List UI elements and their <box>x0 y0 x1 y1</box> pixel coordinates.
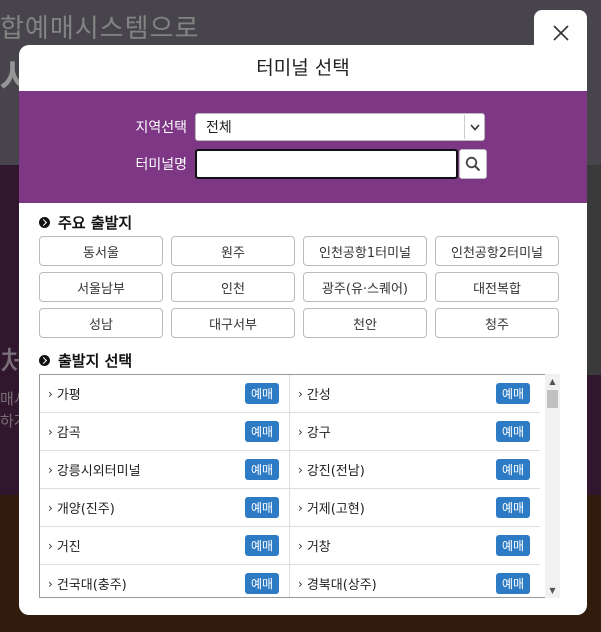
chevron-right-icon: › <box>298 462 303 477</box>
chevron-right-icon: › <box>298 538 303 553</box>
chevron-right-icon: › <box>298 424 303 439</box>
reserve-button[interactable]: 예매 <box>496 383 530 404</box>
reserve-button[interactable]: 예매 <box>245 421 279 442</box>
chevron-right-icon: › <box>298 500 303 515</box>
major-terminal-button[interactable]: 대전복합 <box>435 272 559 302</box>
list-item[interactable]: › 강구 예매 <box>290 413 540 451</box>
major-terminal-button[interactable]: 청주 <box>435 308 559 338</box>
reserve-button[interactable]: 예매 <box>245 573 279 594</box>
scroll-down-arrow-icon[interactable]: ▼ <box>545 583 560 598</box>
list-item[interactable]: › 감곡 예매 <box>40 413 290 451</box>
list-item[interactable]: › 간성 예매 <box>290 375 540 413</box>
list-item[interactable]: › 강진(전남) 예매 <box>290 451 540 489</box>
chevron-right-icon: › <box>48 538 53 553</box>
search-icon <box>465 156 481 172</box>
search-panel: 지역선택 전체 터미널명 <box>19 91 587 203</box>
list-item[interactable]: › 거진 예매 <box>40 527 290 565</box>
major-terminal-button[interactable]: 동서울 <box>39 236 163 266</box>
chevron-right-icon: › <box>48 576 53 591</box>
chevron-right-icon: › <box>48 424 53 439</box>
region-label: 지역선택 <box>135 120 187 136</box>
major-terminal-button[interactable]: 천안 <box>303 308 427 338</box>
chevron-right-icon: › <box>48 386 53 401</box>
major-terminal-button[interactable]: 서울남부 <box>39 272 163 302</box>
major-terminal-button[interactable]: 성남 <box>39 308 163 338</box>
departure-select-heading: 출발지 선택 <box>39 350 132 371</box>
dialog-title: 터미널 선택 <box>256 57 350 79</box>
chevron-down-icon <box>464 115 484 139</box>
chevron-right-icon: › <box>298 386 303 401</box>
list-item[interactable]: › 강릉시외터미널 예매 <box>40 451 290 489</box>
list-item[interactable]: › 개양(진주) 예매 <box>40 489 290 527</box>
reserve-button[interactable]: 예매 <box>496 497 530 518</box>
close-icon <box>552 24 569 41</box>
reserve-button[interactable]: 예매 <box>496 573 530 594</box>
terminal-label: 터미널명 <box>135 157 187 173</box>
terminal-name-input[interactable] <box>195 149 458 179</box>
terminal-select-dialog: 터미널 선택 지역선택 전체 터미널명 주요 출발지 동서울 원주 인천공항1터… <box>19 45 587 615</box>
reserve-button[interactable]: 예매 <box>496 421 530 442</box>
terminal-row: 터미널명 <box>127 149 487 179</box>
major-departures-heading: 주요 출발지 <box>39 212 132 233</box>
chevron-circle-icon <box>39 355 50 366</box>
chevron-right-icon: › <box>298 576 303 591</box>
major-departures-grid: 동서울 원주 인천공항1터미널 인천공항2터미널 서울남부 인천 광주(유·스퀘… <box>39 236 567 338</box>
scroll-thumb[interactable] <box>547 390 558 408</box>
list-item[interactable]: › 건국대(충주) 예매 <box>40 565 290 597</box>
region-row: 지역선택 전체 <box>127 113 485 141</box>
close-button[interactable] <box>534 10 587 55</box>
major-terminal-button[interactable]: 대구서부 <box>171 308 295 338</box>
major-terminal-button[interactable]: 광주(유·스퀘어) <box>303 272 427 302</box>
list-item[interactable]: › 가평 예매 <box>40 375 290 413</box>
departure-list[interactable]: › 가평 예매 › 간성 예매 › 감곡 예매 › 강구 예매 › 강릉시외터미 <box>39 374 560 598</box>
region-select-value: 전체 <box>206 120 232 136</box>
search-button[interactable] <box>459 149 487 179</box>
chevron-right-icon: › <box>48 462 53 477</box>
major-terminal-button[interactable]: 인천 <box>171 272 295 302</box>
region-select[interactable]: 전체 <box>195 113 485 141</box>
chevron-right-icon: › <box>48 500 53 515</box>
major-terminal-button[interactable]: 인천공항2터미널 <box>435 236 559 266</box>
major-terminal-button[interactable]: 인천공항1터미널 <box>303 236 427 266</box>
list-scrollbar[interactable]: ▲ ▼ <box>545 374 560 598</box>
scroll-up-arrow-icon[interactable]: ▲ <box>545 374 560 389</box>
reserve-button[interactable]: 예매 <box>496 459 530 480</box>
reserve-button[interactable]: 예매 <box>245 497 279 518</box>
chevron-circle-icon <box>39 217 50 228</box>
major-terminal-button[interactable]: 원주 <box>171 236 295 266</box>
reserve-button[interactable]: 예매 <box>496 535 530 556</box>
list-item[interactable]: › 경북대(상주) 예매 <box>290 565 540 597</box>
reserve-button[interactable]: 예매 <box>245 459 279 480</box>
list-item[interactable]: › 거창 예매 <box>290 527 540 565</box>
reserve-button[interactable]: 예매 <box>245 383 279 404</box>
list-item[interactable]: › 거제(고현) 예매 <box>290 489 540 527</box>
reserve-button[interactable]: 예매 <box>245 535 279 556</box>
